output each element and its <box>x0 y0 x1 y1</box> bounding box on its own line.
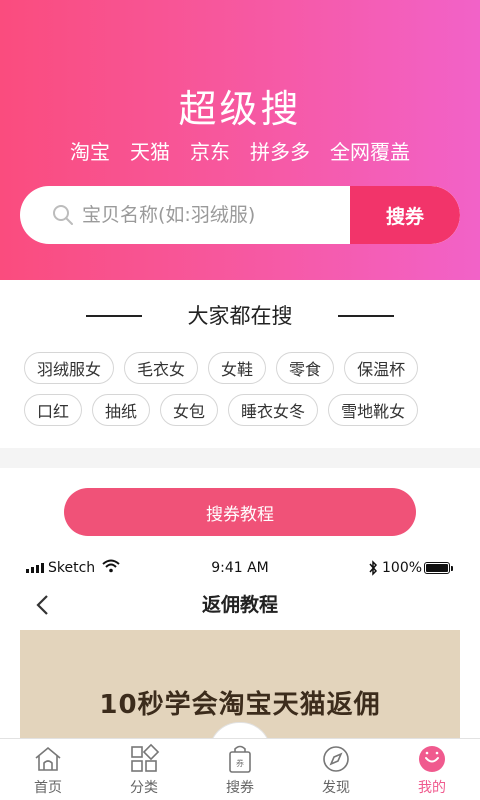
hot-tag[interactable]: 睡衣女冬 <box>228 394 319 426</box>
embedded-nav-title: 返佣教程 <box>201 594 278 616</box>
hero-banner: 超级搜 淘宝 天猫 京东 拼多多 全网覆盖 搜券 <box>0 0 480 280</box>
coupon-bag-icon: 券 <box>229 745 251 773</box>
search-input[interactable] <box>82 186 362 244</box>
tag-row: 羽绒服女 毛衣女 女鞋 零食 保温杯 <box>24 352 464 384</box>
search-icon <box>53 205 73 225</box>
svg-text:券: 券 <box>236 758 244 768</box>
battery-percent: 100% <box>382 560 423 576</box>
hot-tag[interactable]: 女包 <box>160 394 219 426</box>
hot-tag[interactable]: 零食 <box>276 352 335 384</box>
platform-all: 全网覆盖 <box>330 140 410 164</box>
hot-tag[interactable]: 口红 <box>24 394 83 426</box>
platform-tmall: 天猫 <box>130 140 170 164</box>
section-divider <box>0 448 480 468</box>
embedded-status-bar: Sketch 9:41 AM 100% <box>0 558 480 580</box>
hot-tag[interactable]: 雪地靴女 <box>328 394 419 426</box>
tab-coupon[interactable]: 券 搜券 <box>192 739 288 800</box>
divider-line-right <box>338 315 394 317</box>
banner-text: 10秒学会淘宝天猫返佣 <box>99 690 381 720</box>
hot-tag[interactable]: 抽纸 <box>92 394 151 426</box>
battery-icon <box>424 562 453 574</box>
profile-icon <box>419 746 445 772</box>
compass-icon <box>323 746 349 772</box>
hot-search-tags: 羽绒服女 毛衣女 女鞋 零食 保温杯 口红 抽纸 女包 睡衣女冬 雪地靴女 <box>24 352 464 436</box>
home-icon <box>35 746 61 771</box>
platform-jd: 京东 <box>190 140 230 164</box>
tab-profile[interactable]: 我的 <box>384 739 480 800</box>
tag-row: 口红 抽纸 女包 睡衣女冬 雪地靴女 <box>24 394 464 426</box>
bluetooth-icon <box>369 560 378 576</box>
platform-taobao: 淘宝 <box>70 140 110 164</box>
tab-category[interactable]: 分类 <box>96 739 192 800</box>
platform-pinduoduo: 拼多多 <box>250 140 310 164</box>
tab-home[interactable]: 首页 <box>0 739 96 800</box>
hot-tag[interactable]: 毛衣女 <box>124 352 199 384</box>
search-coupon-button[interactable]: 搜券 <box>350 186 460 244</box>
hero-title: 超级搜 <box>178 87 302 131</box>
embedded-nav-bar: 返佣教程 <box>0 588 480 622</box>
tab-discover[interactable]: 发现 <box>288 739 384 800</box>
platform-list: 淘宝 天猫 京东 拼多多 全网覆盖 <box>0 136 480 165</box>
tab-label: 分类 <box>130 780 158 796</box>
tab-label: 首页 <box>34 780 62 796</box>
hot-search-title: 大家都在搜 <box>187 304 293 328</box>
hot-tag[interactable]: 保温杯 <box>344 352 419 384</box>
category-icon <box>131 743 160 772</box>
hot-tag[interactable]: 羽绒服女 <box>24 352 115 384</box>
coupon-tutorial-button[interactable]: 搜券教程 <box>64 488 416 536</box>
hot-search-header: 大家都在搜 <box>0 298 480 334</box>
tab-label: 发现 <box>322 780 350 796</box>
hot-tag[interactable]: 女鞋 <box>208 352 267 384</box>
bottom-tab-bar: 首页 分类 券 搜券 发现 我的 <box>0 738 480 800</box>
tab-label: 搜券 <box>226 780 254 796</box>
search-bar: 搜券 <box>20 186 460 244</box>
tab-label: 我的 <box>418 780 446 796</box>
